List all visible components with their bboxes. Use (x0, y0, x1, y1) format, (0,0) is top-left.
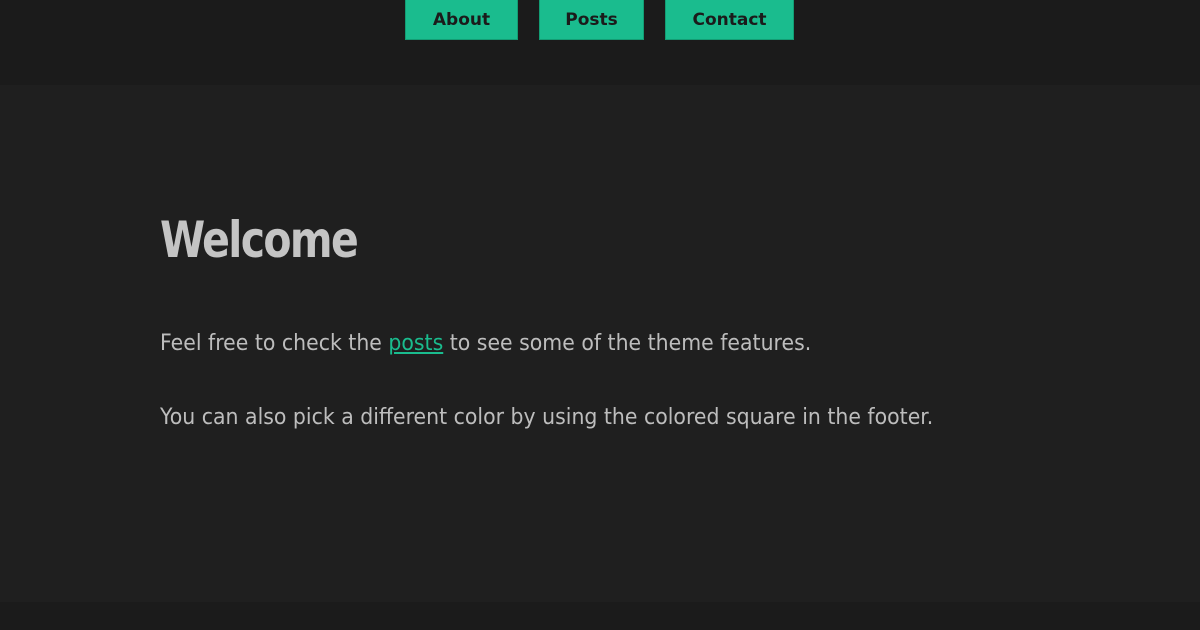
nav-about-label: About (432, 10, 491, 30)
header: About Posts Contact (0, 0, 1200, 85)
color-hint-paragraph: You can also pick a different color by u… (160, 405, 934, 430)
nav-posts-label: Posts (565, 10, 618, 30)
page-title: Welcome (160, 211, 359, 269)
nav-contact-label: Contact (692, 10, 767, 30)
footer (0, 602, 1200, 630)
intro-paragraph: Feel free to check the posts to see some… (160, 329, 811, 359)
main-nav: About Posts Contact (0, 0, 1200, 41)
intro-text-after: to see some of the theme features. (443, 331, 812, 356)
posts-link[interactable]: posts (388, 331, 443, 356)
intro-text-before: Feel free to check the (160, 331, 389, 356)
nav-contact-button[interactable]: Contact (665, 0, 794, 40)
nav-posts-button[interactable]: Posts (539, 0, 644, 40)
nav-about-button[interactable]: About (405, 0, 518, 40)
main-content: Welcome Feel free to check the posts to … (0, 85, 1200, 602)
